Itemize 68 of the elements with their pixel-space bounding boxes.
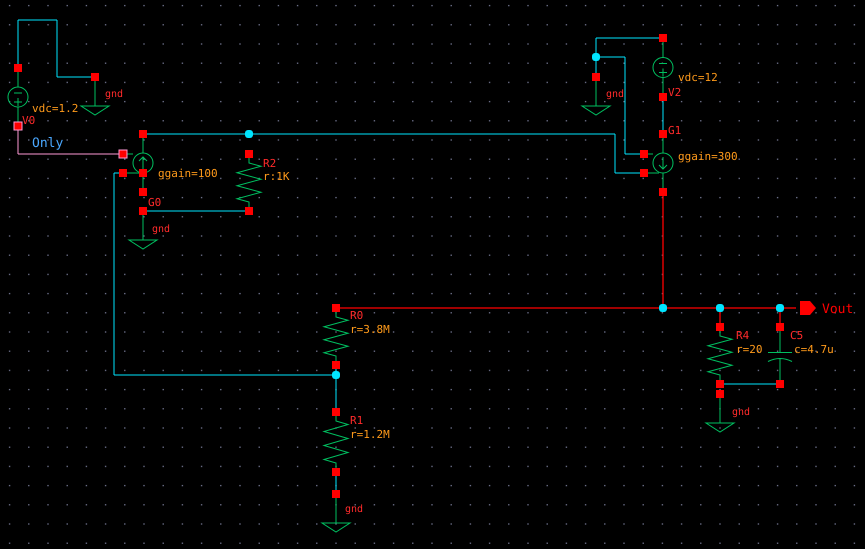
wire[interactable]	[340, 307, 659, 309]
ground-label: gnd	[152, 224, 170, 235]
resistor-symbol	[322, 416, 350, 468]
wire[interactable]	[662, 196, 664, 304]
component-value: ggain=100	[158, 167, 218, 180]
component-value: r=1.2M	[350, 428, 390, 441]
component-value: c=4.7u	[794, 343, 834, 356]
pin-marker[interactable]	[139, 188, 147, 196]
capacitor-symbol	[768, 330, 792, 380]
wire[interactable]	[724, 307, 776, 309]
pin-marker[interactable]	[139, 130, 147, 138]
output-pin-icon[interactable]	[800, 301, 816, 315]
pin-marker[interactable]	[14, 64, 22, 72]
wire[interactable]	[719, 312, 721, 323]
pin-marker[interactable]	[332, 361, 340, 369]
pin-marker[interactable]	[245, 150, 253, 158]
pin-marker[interactable]	[640, 150, 648, 158]
pin-marker[interactable]	[332, 408, 340, 416]
wire[interactable]	[779, 312, 781, 323]
pin-marker[interactable]	[716, 323, 724, 331]
pin-marker[interactable]	[139, 207, 147, 215]
pin-marker[interactable]	[659, 93, 667, 101]
component-value: vdc=12	[678, 71, 718, 84]
component-name: V2	[668, 86, 682, 99]
pin-marker[interactable]	[332, 304, 340, 312]
net-label: Only	[32, 136, 64, 151]
pin-marker[interactable]	[659, 130, 667, 138]
current-source-symbol	[648, 138, 674, 188]
pin-label: Vout	[822, 302, 854, 317]
pin-marker[interactable]	[716, 390, 724, 398]
pin-marker[interactable]	[659, 188, 667, 196]
component-name: R0	[350, 309, 364, 322]
component-name: R2	[263, 157, 276, 170]
component-name: V0	[22, 114, 36, 127]
pin-marker[interactable]	[91, 73, 99, 81]
pin-marker[interactable]	[14, 122, 22, 130]
component-name: R1	[350, 414, 364, 427]
component-name: G0	[148, 196, 162, 209]
pin-marker[interactable]	[139, 169, 147, 177]
pin-marker[interactable]	[640, 169, 648, 177]
wire[interactable]	[667, 307, 716, 309]
resistor-symbol	[322, 312, 350, 362]
component-value: r=20	[736, 343, 762, 356]
component-name: G1	[668, 124, 682, 137]
ground-label: gnd	[606, 89, 624, 100]
current-source-symbol	[126, 138, 154, 188]
pin-marker[interactable]	[716, 380, 724, 388]
pin-marker[interactable]	[245, 207, 253, 215]
pin-marker[interactable]	[659, 34, 667, 42]
pin-marker[interactable]	[592, 73, 600, 81]
pin-marker[interactable]	[776, 380, 784, 388]
resistor-symbol	[235, 158, 263, 208]
pin-marker[interactable]	[332, 468, 340, 476]
resistor-symbol	[706, 330, 734, 380]
ground-label: gnd	[732, 407, 750, 418]
component-value: r:1K	[263, 170, 290, 183]
component-value: r=3.8M	[350, 323, 390, 336]
pin-marker[interactable]	[776, 323, 784, 331]
component-name: R4	[736, 329, 750, 342]
pin-marker[interactable]	[332, 490, 340, 498]
ground-label: gnd	[345, 504, 364, 515]
wire[interactable]	[784, 307, 796, 309]
ground-label: gnd	[105, 89, 124, 100]
component-name: C5	[790, 329, 804, 342]
pin-marker[interactable]	[118, 150, 128, 158]
component-value: vdc=1.2	[32, 102, 78, 115]
component-value: ggain=300	[678, 150, 738, 163]
pin-marker[interactable]	[119, 169, 127, 177]
